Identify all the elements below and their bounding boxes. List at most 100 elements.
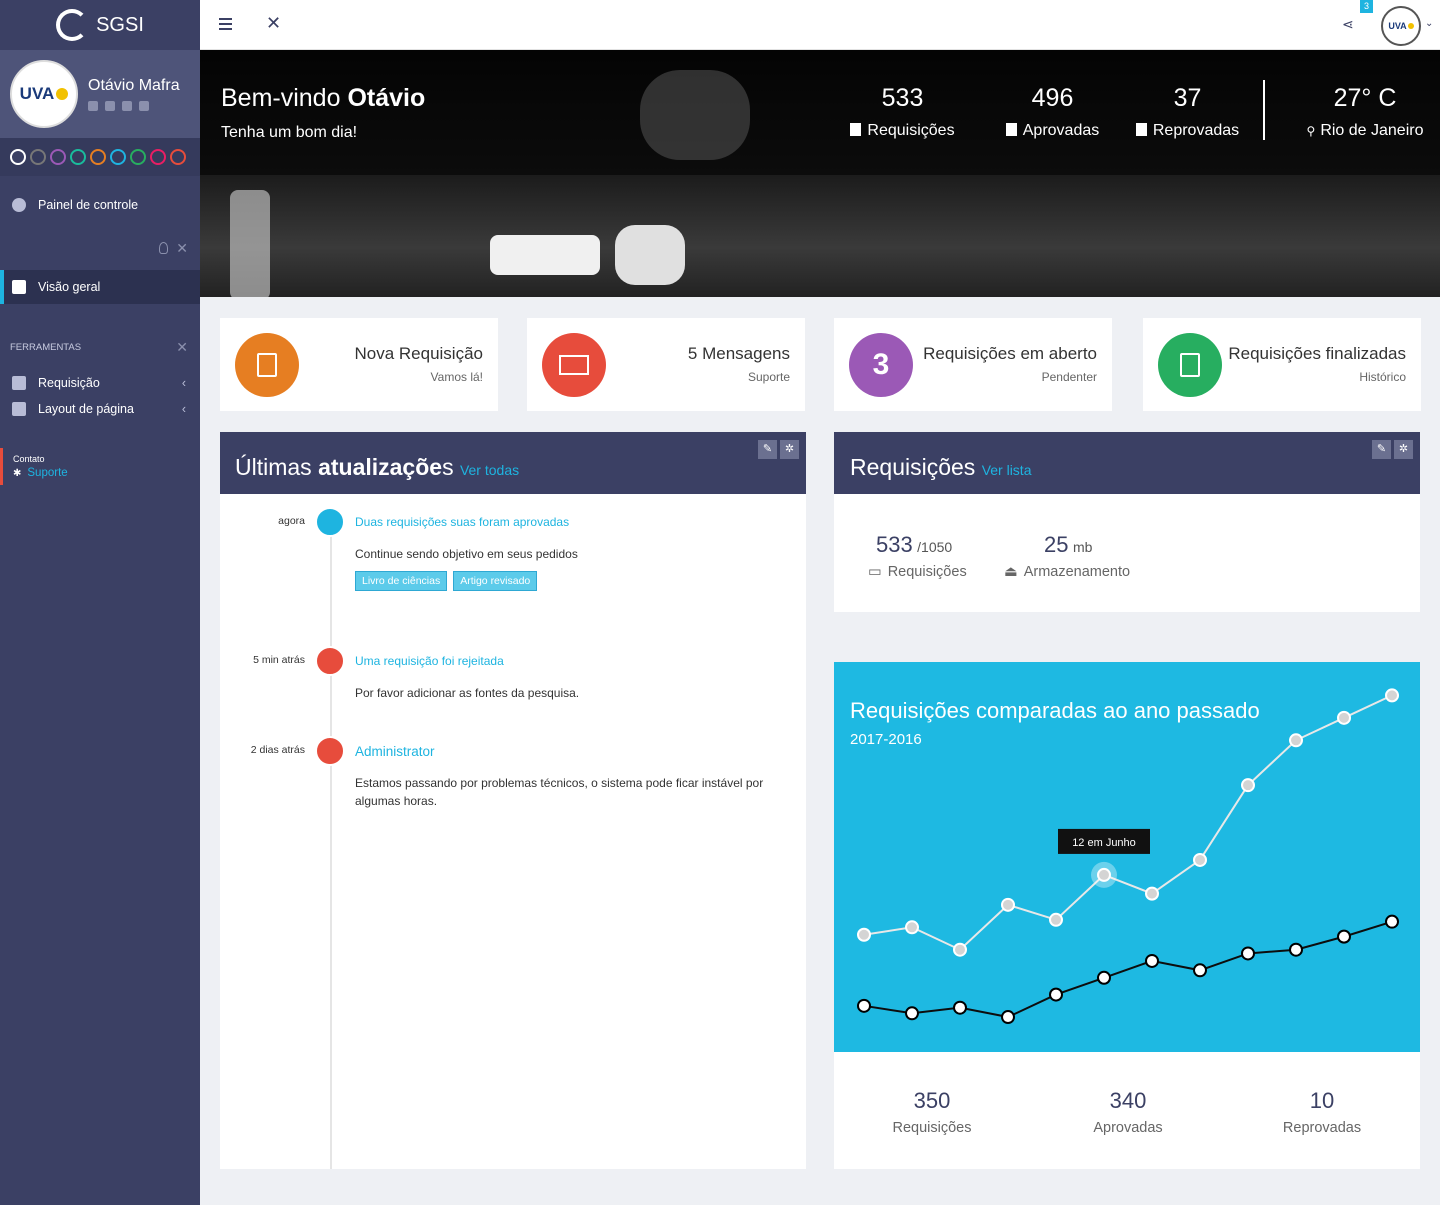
timeline-title[interactable]: Duas requisições suas foram aprovadas xyxy=(355,515,569,529)
tools-section-label: FERRAMENTAS xyxy=(10,341,82,353)
data-point[interactable] xyxy=(1049,987,1063,1002)
sidebar-item-label: Layout de página xyxy=(38,402,134,416)
data-point[interactable] xyxy=(1001,1010,1015,1025)
updates-body: agora Duas requisições suas foram aprovad… xyxy=(220,494,806,1169)
tile[interactable]: 3 Requisições em aberto Pendenter xyxy=(834,318,1112,411)
folder-icon: ▭ xyxy=(868,564,882,580)
data-point[interactable] xyxy=(1193,852,1207,867)
tag-button[interactable]: Livro de ciências xyxy=(355,571,448,591)
data-point[interactable] xyxy=(905,920,919,935)
summary-value: 340 xyxy=(1109,1088,1147,1113)
data-point[interactable] xyxy=(1049,912,1063,927)
thumbs-down-icon xyxy=(1135,123,1147,136)
theme-swatch[interactable] xyxy=(170,149,186,165)
tag-button[interactable]: Artigo revisado xyxy=(453,571,538,591)
chevron-down-icon[interactable]: ⌄ xyxy=(1425,18,1433,29)
hero-stat: 496 Aprovadas xyxy=(990,84,1115,140)
user-icon[interactable] xyxy=(88,101,98,111)
user-profile: UVA Otávio Mafra xyxy=(0,50,200,138)
data-point[interactable] xyxy=(1385,688,1399,703)
theme-swatch[interactable] xyxy=(50,149,66,165)
hero-stat-value: 533 xyxy=(881,84,924,112)
timeline-dot-icon xyxy=(315,646,345,676)
theme-swatch[interactable] xyxy=(150,149,166,165)
tile-glyph xyxy=(257,353,277,377)
gear-icon[interactable] xyxy=(122,101,132,111)
tile[interactable]: Nova Requisição Vamos lá! xyxy=(220,318,498,411)
storage-caption: ⏏ Armazenamento xyxy=(1004,564,1130,580)
data-point[interactable] xyxy=(1289,942,1303,957)
pencil-icon[interactable]: ✎ xyxy=(758,440,777,459)
support-link[interactable]: ✱ Suporte xyxy=(13,467,200,479)
tile[interactable]: 5 Mensagens Suporte xyxy=(527,318,805,411)
share-icon[interactable]: ⋖ xyxy=(1342,16,1354,33)
avatar-dot-icon xyxy=(56,88,69,100)
data-point[interactable] xyxy=(1097,970,1111,985)
timeline-title[interactable]: Uma requisição foi rejeitada xyxy=(355,654,504,668)
hero-stat-label: Requisições xyxy=(867,122,955,139)
updates-header: Últimas atualizações Ver todas ✎ ✲ xyxy=(220,432,806,494)
data-point[interactable] xyxy=(1385,914,1399,929)
tools-icon[interactable]: ✕ xyxy=(266,13,281,34)
sidebar-item-layout[interactable]: Layout de página ‹ xyxy=(0,396,200,422)
data-point[interactable] xyxy=(953,942,967,957)
data-point[interactable] xyxy=(1001,897,1015,912)
gear-icon[interactable]: ✲ xyxy=(1394,440,1413,459)
data-point[interactable] xyxy=(1097,867,1111,882)
avatar-dot-icon xyxy=(1407,23,1414,29)
logo-swirl-icon xyxy=(56,9,89,41)
tile[interactable]: Requisições finalizadas Histórico xyxy=(1143,318,1421,411)
app-logo[interactable]: SGSI xyxy=(0,0,200,50)
hero-stat-value: 496 xyxy=(1031,84,1074,112)
data-point[interactable] xyxy=(857,927,871,942)
data-point[interactable] xyxy=(1241,778,1255,793)
clipboard-icon xyxy=(12,376,26,390)
mail-icon[interactable] xyxy=(105,101,115,111)
pencil-icon[interactable]: ✎ xyxy=(1372,440,1391,459)
tools-icon[interactable]: ✕ xyxy=(176,339,188,356)
updates-link[interactable]: Ver todas xyxy=(460,462,519,478)
timeline-title[interactable]: Administrator xyxy=(355,744,435,759)
gear-icon[interactable]: ✲ xyxy=(780,440,799,459)
document-icon xyxy=(235,333,299,397)
topbar-avatar[interactable]: UVA xyxy=(1381,6,1421,46)
weather: 27° C ⚲ Rio de Janeiro xyxy=(1300,84,1430,140)
theme-swatch[interactable] xyxy=(70,149,86,165)
data-point[interactable] xyxy=(1145,886,1159,901)
timeline-text: Continue sendo objetivo em seus pedidos xyxy=(355,547,578,561)
sidebar-item-overview[interactable]: Visão geral xyxy=(0,270,200,304)
theme-swatch[interactable] xyxy=(110,149,126,165)
data-point[interactable] xyxy=(1241,946,1255,961)
storage-unit: mb xyxy=(1072,539,1093,555)
tools-icon[interactable]: ✕ xyxy=(176,240,188,257)
theme-swatch[interactable] xyxy=(90,149,106,165)
theme-swatch[interactable] xyxy=(30,149,46,165)
sidebar-item-dashboard[interactable]: Painel de controle xyxy=(0,190,200,220)
data-point[interactable] xyxy=(1337,710,1351,725)
data-point[interactable] xyxy=(905,1006,919,1021)
hero-image-shape xyxy=(490,235,600,275)
summary-panel: 350 Requisições 340 Aprovadas 10 Reprovadas xyxy=(834,1052,1420,1169)
data-point[interactable] xyxy=(1337,929,1351,944)
logout-icon[interactable] xyxy=(139,101,149,111)
timeline-line xyxy=(330,509,332,1169)
data-point[interactable] xyxy=(1193,963,1207,978)
theme-swatch[interactable] xyxy=(10,149,26,165)
data-point[interactable] xyxy=(1289,733,1303,748)
tile-glyph xyxy=(1180,353,1200,377)
data-point[interactable] xyxy=(953,1000,967,1015)
avatar[interactable]: UVA xyxy=(10,60,78,128)
sidebar-item-requisicao[interactable]: Requisição ‹ xyxy=(0,370,200,396)
lightbulb-icon[interactable] xyxy=(159,242,169,254)
series-line xyxy=(863,920,1393,1019)
requests-link[interactable]: Ver lista xyxy=(982,462,1032,478)
data-point[interactable] xyxy=(1145,953,1159,968)
tile-subtitle: Vamos lá! xyxy=(430,370,483,384)
theme-swatch[interactable] xyxy=(130,149,146,165)
tile-subtitle: Pendenter xyxy=(1041,370,1097,384)
data-point[interactable] xyxy=(857,998,871,1013)
menu-icon[interactable] xyxy=(219,18,232,30)
tile-text: Requisições em aberto Pendenter xyxy=(923,344,1097,384)
hero-stat: 37 Reprovadas xyxy=(1125,84,1250,140)
requests-count-total: /1050 xyxy=(917,539,953,555)
